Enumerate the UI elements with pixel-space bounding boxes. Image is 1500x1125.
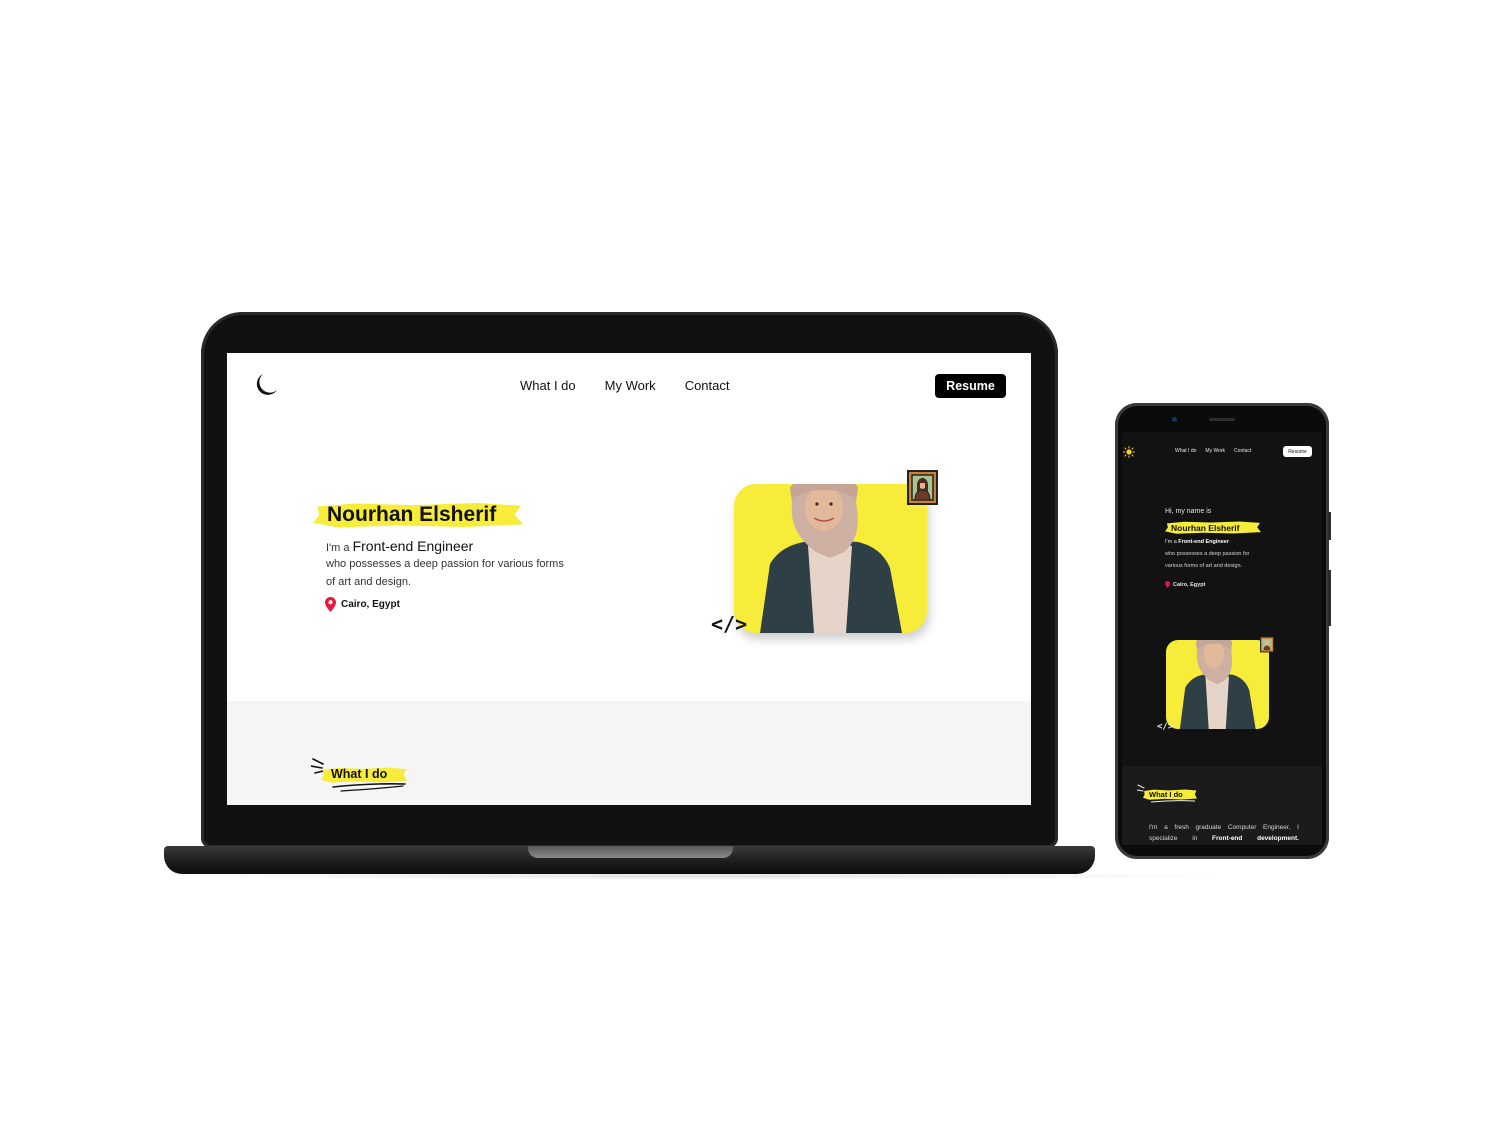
section-title: What I do bbox=[1149, 790, 1183, 799]
mona-lisa-frame-icon bbox=[1260, 636, 1274, 653]
hero-greeting: Hi, my name is bbox=[1165, 508, 1212, 515]
nav-contact[interactable]: Contact bbox=[1234, 448, 1251, 454]
about-text-line2: specialize in Front-end development. bbox=[1149, 835, 1299, 842]
phone-side-button bbox=[1328, 570, 1331, 626]
about-highlight: development. bbox=[1257, 835, 1299, 842]
phone-camera bbox=[1172, 417, 1177, 422]
hero-name: Nourhan Elsherif bbox=[327, 503, 497, 526]
what-i-do-section bbox=[1122, 766, 1322, 845]
crescent-moon-icon[interactable] bbox=[253, 372, 279, 398]
device-shadow bbox=[150, 872, 1240, 880]
phone-speaker bbox=[1209, 418, 1235, 421]
resume-button[interactable]: Resume bbox=[935, 374, 1006, 398]
nav-contact[interactable]: Contact bbox=[685, 378, 730, 393]
hero-description-line1: who possesses a deep passion for bbox=[1165, 551, 1250, 557]
hero-description-line2: of art and design. bbox=[326, 576, 412, 588]
intro-prefix: I'm a bbox=[1165, 539, 1177, 545]
location-pin-icon bbox=[1165, 581, 1170, 588]
profile-photo bbox=[734, 484, 927, 633]
nav-what-i-do[interactable]: What I do bbox=[1175, 448, 1196, 454]
nav-what-i-do[interactable]: What I do bbox=[520, 378, 576, 393]
hero-location: Cairo, Egypt bbox=[325, 597, 400, 612]
section-title-block: What I do bbox=[1137, 783, 1199, 805]
mona-lisa-frame-icon bbox=[907, 470, 938, 505]
laptop-hinge-notch bbox=[528, 846, 733, 858]
code-icon: </> bbox=[711, 612, 748, 636]
location-text: Cairo, Egypt bbox=[1173, 581, 1206, 588]
hero-description-line2: various forms of art and design. bbox=[1165, 563, 1243, 569]
about-highlight: Front-end bbox=[1212, 835, 1243, 842]
hero-intro: I'm a Front-end Engineer bbox=[1165, 539, 1229, 545]
hero-location: Cairo, Egypt bbox=[1165, 581, 1205, 588]
desktop-nav: What I do My Work Contact bbox=[520, 378, 730, 393]
resume-button[interactable]: Resume bbox=[1283, 446, 1312, 457]
nav-my-work[interactable]: My Work bbox=[605, 378, 656, 393]
about-word: in bbox=[1192, 835, 1198, 842]
nav-my-work[interactable]: My Work bbox=[1205, 448, 1225, 454]
about-word: specialize bbox=[1149, 835, 1178, 842]
sun-icon[interactable] bbox=[1123, 445, 1135, 458]
profile-photo bbox=[1166, 640, 1269, 729]
section-title: What I do bbox=[331, 767, 388, 781]
hero-role: Front-end Engineer bbox=[1178, 539, 1230, 545]
mobile-nav: What I do My Work Contact bbox=[1175, 448, 1251, 454]
location-text: Cairo, Egypt bbox=[341, 599, 400, 610]
code-icon: </> bbox=[1157, 722, 1174, 732]
hero-name: Nourhan Elsherif bbox=[1171, 523, 1240, 533]
phone-side-button bbox=[1328, 512, 1331, 540]
hero-description-line1: who possesses a deep passion for various… bbox=[326, 558, 564, 570]
about-text-line1: I'm a fresh graduate Computer Engineer, … bbox=[1149, 824, 1299, 831]
hero-name-block: Nourhan Elsherif bbox=[1165, 521, 1261, 534]
hero-intro: I'm a Front-end Engineer bbox=[326, 538, 473, 554]
hero-role: Front-end Engineer bbox=[352, 538, 474, 554]
intro-prefix: I'm a bbox=[326, 542, 350, 554]
section-title-block: What I do bbox=[311, 755, 411, 795]
location-pin-icon bbox=[325, 597, 336, 612]
